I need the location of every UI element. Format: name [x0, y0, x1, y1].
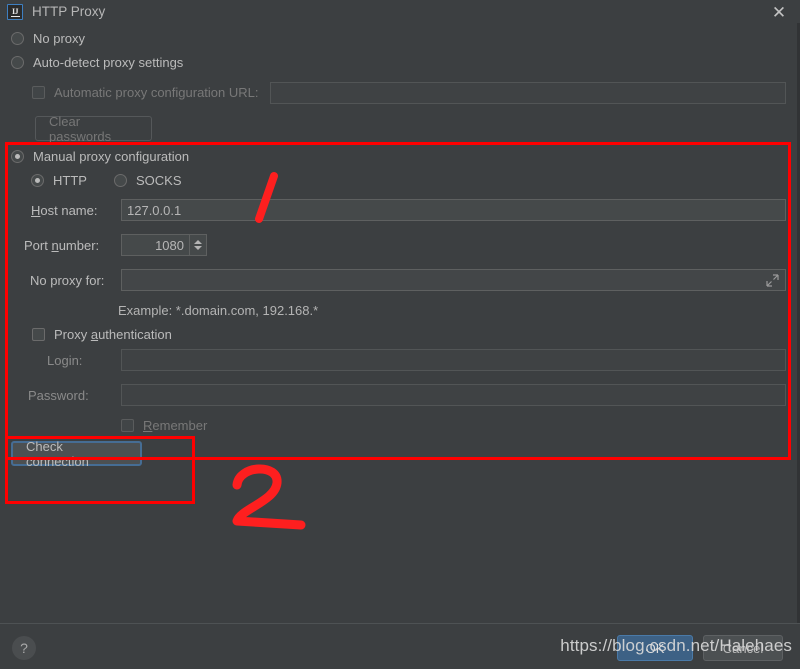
http-radio-indicator: [31, 174, 44, 187]
checkbox-proxy-authentication[interactable]: Proxy authentication: [32, 327, 172, 342]
auto-config-url-checkbox-indicator: [32, 86, 45, 99]
radio-protocol-http[interactable]: HTTP: [31, 173, 87, 188]
radio-manual-proxy-configuration[interactable]: Manual proxy configuration: [11, 149, 189, 164]
proxy-authentication-checkbox-indicator: [32, 328, 45, 341]
check-connection-button[interactable]: Check connection: [11, 439, 142, 469]
close-icon[interactable]: ✕: [768, 1, 790, 23]
checkbox-remember[interactable]: Remember: [121, 418, 207, 433]
radio-protocol-socks[interactable]: SOCKS: [114, 173, 182, 188]
stepper-down-icon[interactable]: [194, 246, 202, 250]
radio-auto-detect-proxy[interactable]: Auto-detect proxy settings: [11, 55, 183, 70]
annotation-marker-one: [255, 172, 278, 223]
help-button[interactable]: ?: [12, 636, 36, 660]
host-name-input[interactable]: 127.0.0.1: [121, 199, 786, 221]
manual-proxy-label: Manual proxy configuration: [33, 149, 190, 164]
stepper-up-icon[interactable]: [194, 240, 202, 244]
no-proxy-radio-indicator: [11, 32, 24, 45]
host-name-label: Host name:: [31, 203, 98, 218]
window-title: HTTP Proxy: [32, 4, 106, 19]
port-number-stepper[interactable]: 1080: [121, 234, 207, 256]
no-proxy-for-input[interactable]: [121, 269, 786, 291]
intellij-idea-icon: IJ: [7, 3, 23, 20]
radio-no-proxy[interactable]: No proxy: [11, 31, 85, 46]
remember-checkbox-indicator: [121, 419, 134, 432]
annotation-marker-two: [232, 464, 306, 530]
no-proxy-label: No proxy: [33, 31, 86, 46]
remember-label: Remember: [143, 418, 208, 433]
window-titlebar: IJ HTTP Proxy ✕: [0, 0, 800, 23]
login-label: Login:: [47, 353, 83, 368]
checkbox-auto-config-url[interactable]: Automatic proxy configuration URL:: [32, 85, 258, 100]
login-input[interactable]: [121, 349, 786, 371]
password-label: Password:: [28, 388, 89, 403]
socks-radio-indicator: [114, 174, 127, 187]
port-number-label: Port number:: [24, 238, 100, 253]
annotation-box-manual-section: [5, 142, 791, 460]
cancel-button[interactable]: Cancel: [703, 635, 783, 661]
port-number-value: 1080: [155, 237, 184, 253]
dialog-footer: ? OK Cancel: [0, 624, 800, 669]
auto-config-url-input[interactable]: [270, 82, 786, 104]
auto-config-url-label: Automatic proxy configuration URL:: [54, 85, 259, 100]
socks-label: SOCKS: [136, 173, 182, 188]
no-proxy-example-hint: Example: *.domain.com, 192.168.*: [118, 303, 319, 318]
dialog-content: No proxy Auto-detect proxy settings Auto…: [0, 23, 800, 623]
http-label: HTTP: [53, 173, 87, 188]
proxy-authentication-label: Proxy authentication: [54, 327, 172, 342]
no-proxy-for-label: No proxy for:: [30, 273, 105, 288]
port-stepper-arrows[interactable]: [189, 235, 206, 255]
clear-passwords-button[interactable]: Clear passwords: [35, 114, 152, 144]
auto-detect-radio-indicator: [11, 56, 24, 69]
expand-icon[interactable]: [766, 274, 779, 287]
password-input[interactable]: [121, 384, 786, 406]
auto-detect-label: Auto-detect proxy settings: [33, 55, 184, 70]
ok-button[interactable]: OK: [617, 635, 693, 661]
manual-proxy-radio-indicator: [11, 150, 24, 163]
